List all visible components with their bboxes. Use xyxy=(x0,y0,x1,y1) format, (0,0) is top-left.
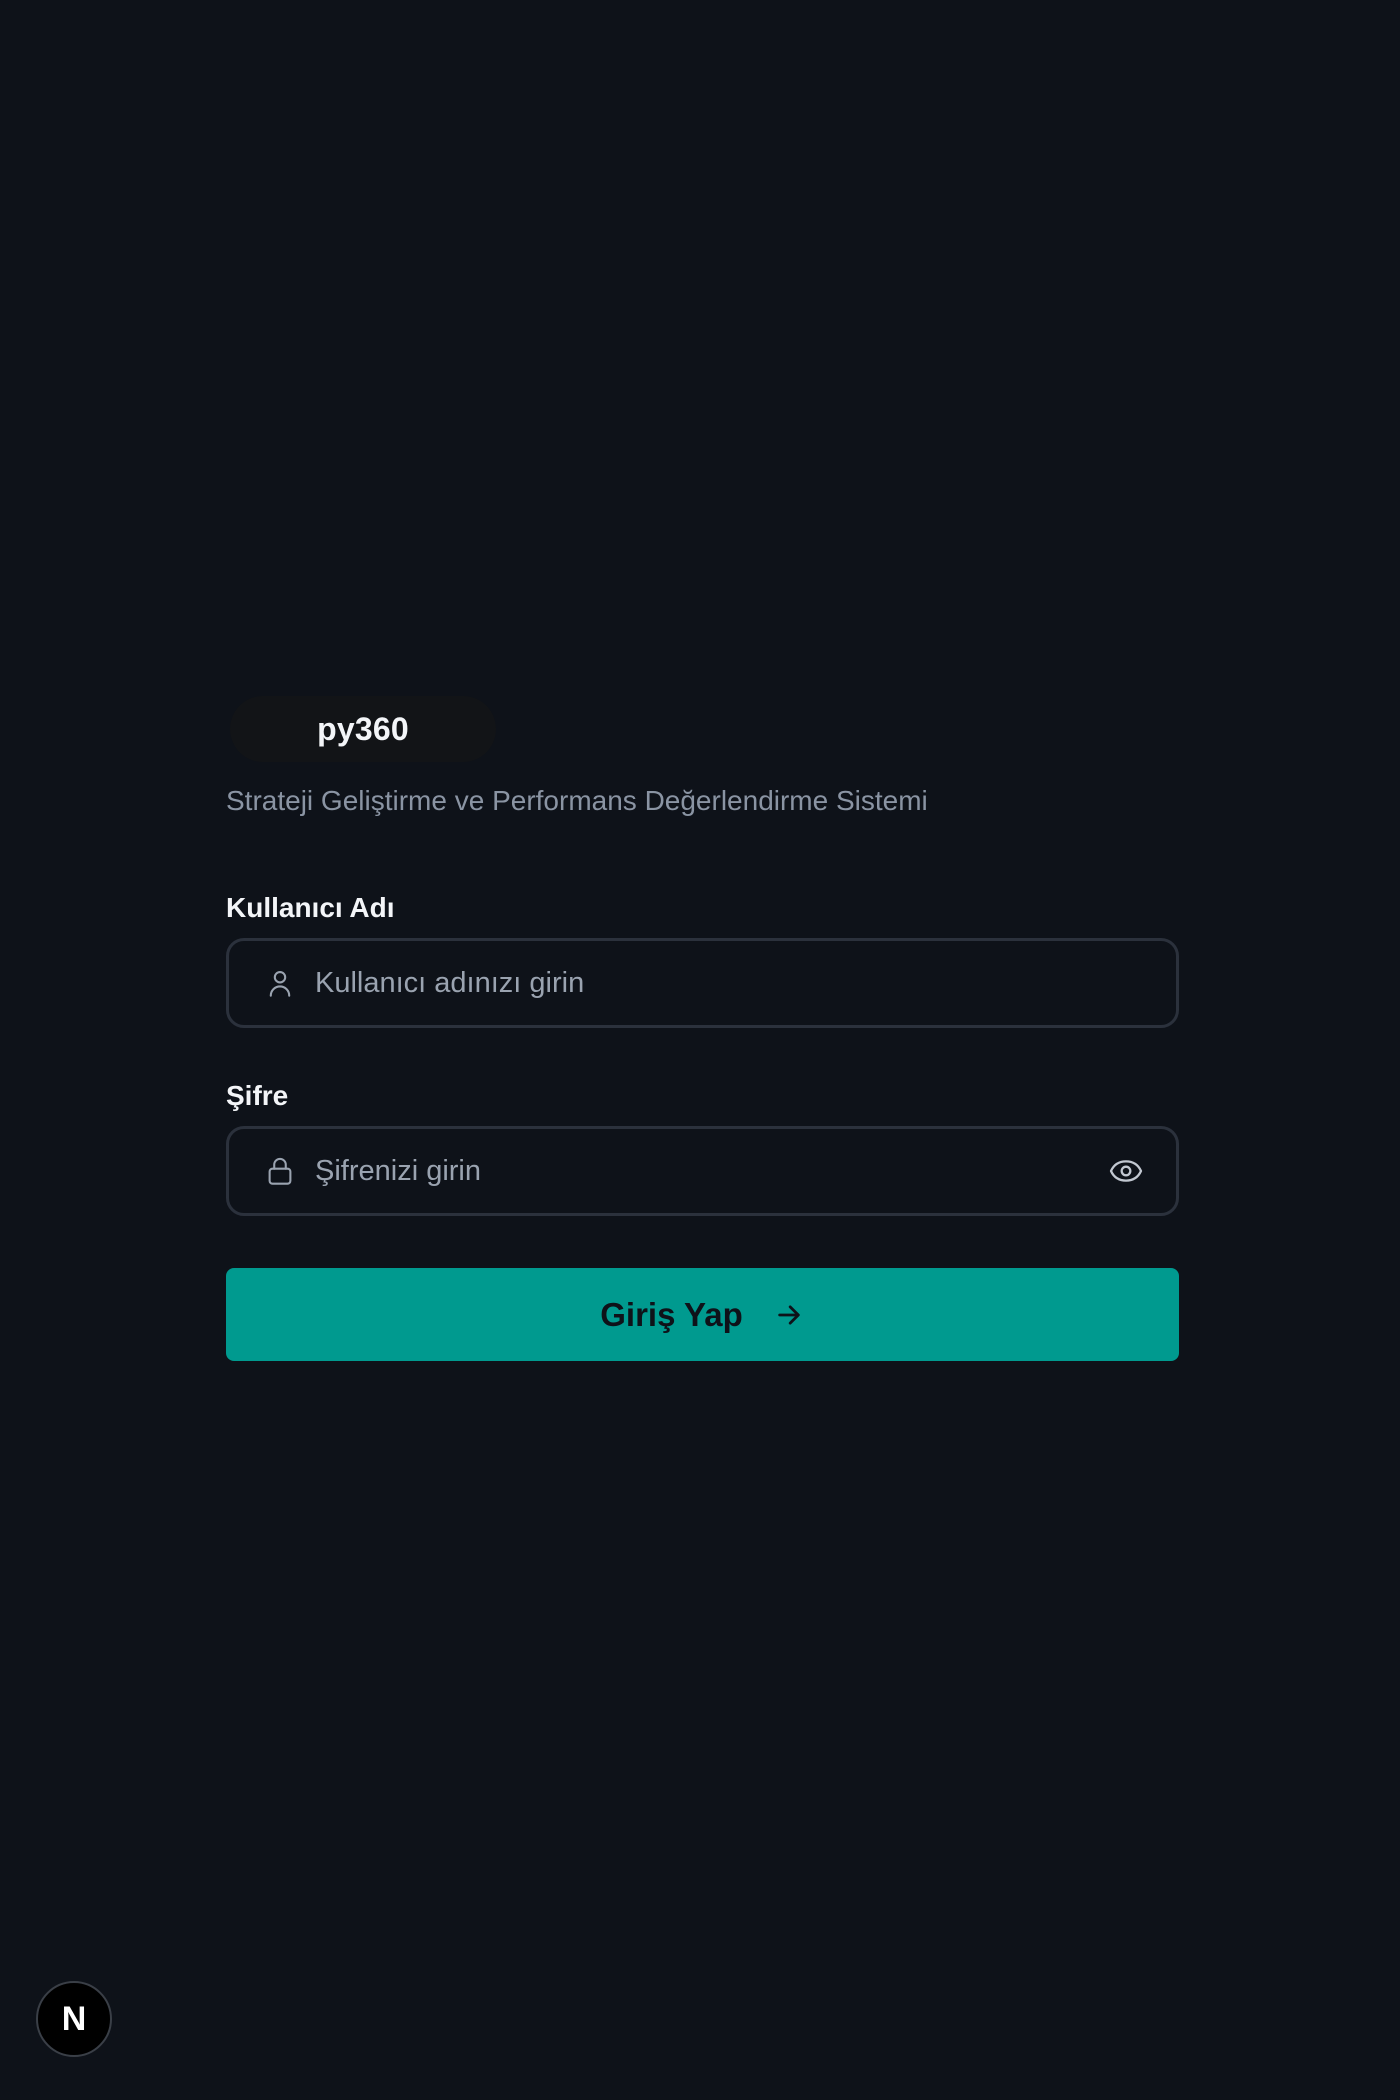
nextjs-logo-icon[interactable]: N xyxy=(36,1981,112,2057)
arrow-right-icon xyxy=(773,1299,805,1331)
password-input[interactable] xyxy=(315,1129,1096,1213)
app-subtitle: Strateji Geliştirme ve Performans Değerl… xyxy=(226,785,928,816)
user-icon xyxy=(265,968,295,998)
login-button[interactable]: Giriş Yap xyxy=(226,1268,1179,1361)
show-password-toggle[interactable] xyxy=(1106,1151,1146,1191)
brand-logo: py360 xyxy=(230,696,496,762)
password-label: Şifre xyxy=(226,1080,289,1111)
username-input[interactable] xyxy=(315,941,1096,1025)
login-page: py360 Strateji Geliştirme ve Performans … xyxy=(0,0,1400,2100)
next-badge-letter: N xyxy=(61,1999,87,2038)
password-field xyxy=(226,1126,1179,1216)
username-field xyxy=(226,938,1179,1028)
lock-icon xyxy=(265,1156,295,1186)
username-label: Kullanıcı Adı xyxy=(226,892,395,923)
eye-icon xyxy=(1109,1160,1143,1182)
login-form: py360 Strateji Geliştirme ve Performans … xyxy=(226,696,1179,1361)
login-button-label: Giriş Yap xyxy=(600,1295,743,1333)
